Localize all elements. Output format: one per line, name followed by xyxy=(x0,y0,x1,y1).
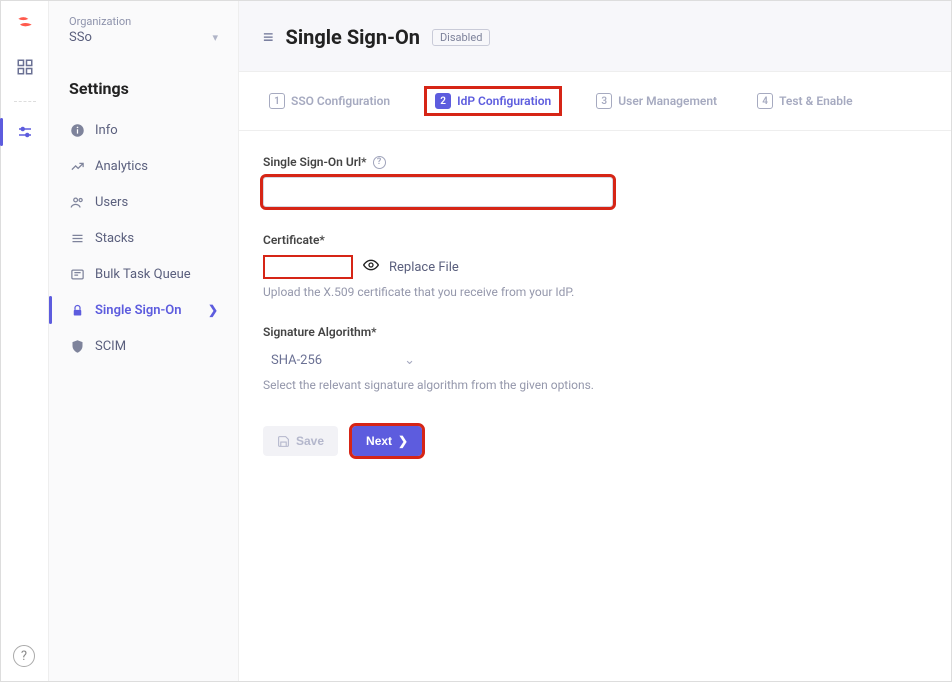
org-label: Organization xyxy=(69,15,218,28)
step-idp-configuration[interactable]: 2IdP Configuration xyxy=(424,86,562,116)
info-icon xyxy=(69,122,85,138)
rail-divider xyxy=(14,101,36,102)
sso-url-input[interactable] xyxy=(263,177,613,207)
sidebar: Organization SSo ▾ Settings Info Analyti… xyxy=(49,1,239,681)
step-test-enable[interactable]: 4Test & Enable xyxy=(751,86,858,116)
chevron-down-icon: ⌄ xyxy=(404,353,415,368)
sidebar-item-single-sign-on[interactable]: Single Sign-On ❯ xyxy=(49,292,238,328)
sidebar-heading: Settings xyxy=(49,49,238,112)
sidebar-item-users[interactable]: Users xyxy=(49,184,238,220)
users-icon xyxy=(69,194,85,210)
sidebar-item-label: Analytics xyxy=(95,159,148,174)
sso-url-label: Single Sign-On Url* ? xyxy=(263,155,855,169)
sidebar-item-scim[interactable]: SCIM xyxy=(49,328,238,364)
page-title: Single Sign-On xyxy=(286,25,420,49)
algorithm-select[interactable]: SHA-256 ⌄ xyxy=(263,347,423,374)
shield-icon xyxy=(69,338,85,354)
brand-logo-icon xyxy=(15,13,35,37)
sidebar-item-info[interactable]: Info xyxy=(49,112,238,148)
certificate-filename xyxy=(263,255,353,279)
dashboard-icon[interactable] xyxy=(13,55,37,79)
step-user-management[interactable]: 3User Management xyxy=(590,86,723,116)
org-name: SSo xyxy=(69,30,92,45)
help-tooltip-icon[interactable]: ? xyxy=(373,156,386,169)
lock-icon xyxy=(69,302,85,318)
save-icon xyxy=(277,435,290,448)
queue-icon xyxy=(69,266,85,282)
save-button[interactable]: Save xyxy=(263,426,338,456)
chevron-right-icon: ❯ xyxy=(208,303,218,317)
sidebar-item-bulk-task-queue[interactable]: Bulk Task Queue xyxy=(49,256,238,292)
nav-rail: ? xyxy=(1,1,49,681)
replace-file-link[interactable]: Replace File xyxy=(389,260,459,275)
sidebar-item-label: Users xyxy=(95,195,128,210)
stacks-icon xyxy=(69,230,85,246)
stepper: 1SSO Configuration 2IdP Configuration 3U… xyxy=(239,72,951,131)
certificate-label: Certificate* xyxy=(263,233,855,247)
chevron-down-icon: ▾ xyxy=(212,31,218,44)
help-icon[interactable]: ? xyxy=(13,645,35,667)
settings-sliders-icon[interactable] xyxy=(13,120,37,144)
sidebar-item-analytics[interactable]: Analytics xyxy=(49,148,238,184)
certificate-hint: Upload the X.509 certificate that you re… xyxy=(263,285,855,299)
algorithm-label: Signature Algorithm* xyxy=(263,325,855,339)
next-button[interactable]: Next ❯ xyxy=(352,426,422,456)
sidebar-item-label: Bulk Task Queue xyxy=(95,267,191,282)
chevron-right-icon: ❯ xyxy=(398,434,408,448)
sidebar-item-label: Single Sign-On xyxy=(95,303,182,318)
sidebar-item-label: Info xyxy=(95,123,118,138)
sidebar-item-label: SCIM xyxy=(95,339,126,354)
analytics-icon xyxy=(69,158,85,174)
sidebar-item-stacks[interactable]: Stacks xyxy=(49,220,238,256)
sidebar-item-label: Stacks xyxy=(95,231,134,246)
eye-icon[interactable] xyxy=(363,257,379,277)
step-sso-configuration[interactable]: 1SSO Configuration xyxy=(263,86,396,116)
org-selector[interactable]: SSo ▾ xyxy=(69,30,218,45)
status-badge: Disabled xyxy=(432,29,490,46)
menu-icon[interactable]: ≡ xyxy=(263,27,274,48)
main-content: ≡ Single Sign-On Disabled 1SSO Configura… xyxy=(239,1,951,681)
algorithm-hint: Select the relevant signature algorithm … xyxy=(263,378,855,392)
